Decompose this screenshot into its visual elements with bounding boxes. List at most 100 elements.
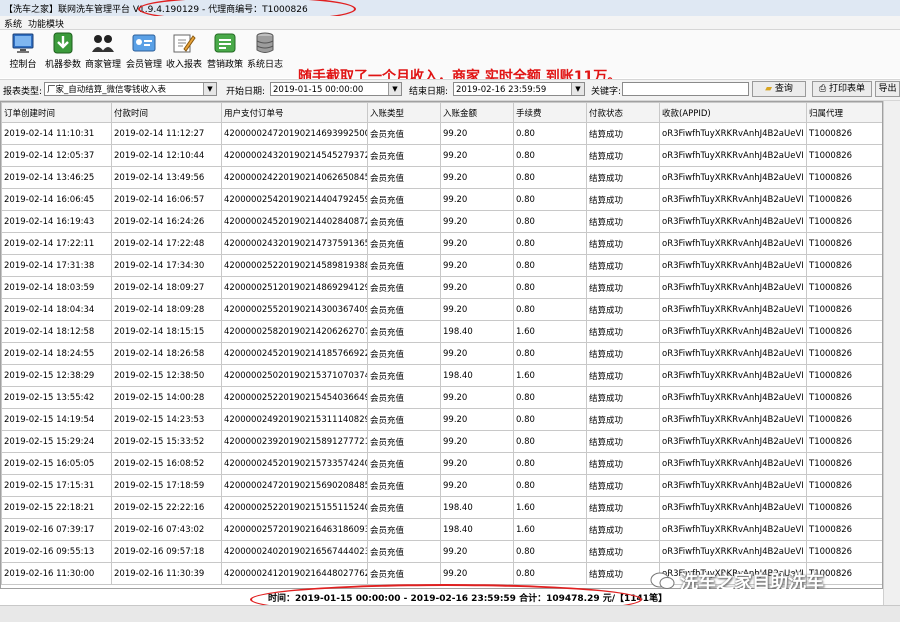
- column-header[interactable]: 入账类型: [367, 102, 441, 123]
- column-header[interactable]: 付款时间: [111, 102, 222, 123]
- table-row[interactable]: 2019-02-14 18:12:58 2019-02-14 18:15:15 42…: [1, 320, 882, 343]
- table-row[interactable]: 2019-02-14 18:04:34 2019-02-14 18:09:28 42…: [1, 298, 882, 321]
- report-type-select[interactable]: 厂家_自动结算_微信零钱收入表 ▼: [44, 82, 217, 96]
- income-table-container[interactable]: 订单创建时间 付款时间 用户支付订单号 入账类型 入账金额 手续费 付款状态 收款(APPID…: [0, 101, 883, 589]
- column-header[interactable]: 入账金额: [440, 102, 514, 123]
- table-row[interactable]: 2019-02-15 14:19:54 2019-02-15 14:23:53 42…: [1, 408, 882, 431]
- table-row[interactable]: 2019-02-14 11:10:31 2019-02-14 11:12:27 42…: [1, 122, 882, 145]
- toolbar-label: 系统日志: [246, 60, 283, 70]
- toolbar-merchants-button[interactable]: 商家管理: [85, 32, 121, 70]
- users-icon: [92, 35, 114, 52]
- table-cell: 2019-02-15 22:22:16: [111, 496, 222, 519]
- table-cell: 2019-02-14 16:24:26: [111, 210, 222, 233]
- table-cell: T1000826: [806, 518, 882, 541]
- column-header[interactable]: 归属代理: [806, 102, 882, 123]
- table-cell: 2019-02-14 16:19:43: [1, 210, 112, 233]
- table-cell: 会员充值: [367, 386, 441, 409]
- table-cell: 结算成功: [586, 210, 660, 233]
- table-cell: 0.80: [513, 188, 587, 211]
- toolbar-system-log-button[interactable]: 系统日志: [247, 32, 283, 70]
- table-cell: 结算成功: [586, 474, 660, 497]
- table-row[interactable]: 2019-02-15 13:55:42 2019-02-15 14:00:28 42…: [1, 386, 882, 409]
- table-cell: 0.80: [513, 452, 587, 475]
- print-button[interactable]: ⎙ 打印表单: [812, 81, 872, 97]
- query-button[interactable]: ▰ 查询: [752, 81, 806, 97]
- table-row[interactable]: 2019-02-14 16:06:45 2019-02-14 16:06:57 42…: [1, 188, 882, 211]
- table-row[interactable]: 2019-02-14 18:24:55 2019-02-14 18:26:58 42…: [1, 342, 882, 365]
- member-card-icon: [132, 34, 156, 52]
- table-cell: 4200000245201902157335742404: [221, 452, 368, 475]
- end-date-field[interactable]: 2019-02-16 23:59:59 ▼: [453, 82, 585, 96]
- table-cell: 会员充值: [367, 122, 441, 145]
- table-cell: 99.20: [440, 298, 514, 321]
- table-cell: 0.80: [513, 540, 587, 563]
- table-cell: 结算成功: [586, 144, 660, 167]
- table-cell: T1000826: [806, 540, 882, 563]
- column-header[interactable]: 手续费: [513, 102, 587, 123]
- table-row[interactable]: 2019-02-14 17:31:38 2019-02-14 17:34:30 42…: [1, 254, 882, 277]
- table-cell: oR3FiwfhTuyXRKRvAnhJ4B2aUeVI: [659, 364, 807, 387]
- folder-icon: ▰: [765, 84, 773, 94]
- column-header[interactable]: 付款状态: [586, 102, 660, 123]
- table-cell: 0.80: [513, 144, 587, 167]
- table-row[interactable]: 2019-02-15 17:15:31 2019-02-15 17:18:59 42…: [1, 474, 882, 497]
- table-cell: oR3FiwfhTuyXRKRvAnhJ4B2aUeVI: [659, 254, 807, 277]
- table-cell: 结算成功: [586, 342, 660, 365]
- table-cell: 2019-02-14 18:03:59: [1, 276, 112, 299]
- vertical-scrollbar[interactable]: [883, 101, 900, 605]
- table-cell: 0.80: [513, 474, 587, 497]
- table-row[interactable]: 2019-02-14 17:22:11 2019-02-14 17:22:48 42…: [1, 232, 882, 255]
- calendar-dropdown-icon[interactable]: ▼: [571, 83, 584, 95]
- table-cell: 4200000245201902141857669228: [221, 342, 368, 365]
- table-cell: oR3FiwfhTuyXRKRvAnhJ4B2aUeVI: [659, 452, 807, 475]
- table-cell: 99.20: [440, 540, 514, 563]
- printer-icon: ⎙: [818, 84, 827, 94]
- toolbar-income-report-button[interactable]: 收入报表: [166, 32, 202, 70]
- table-row[interactable]: 2019-02-14 16:19:43 2019-02-14 16:24:26 42…: [1, 210, 882, 233]
- column-header[interactable]: 收款(APPID): [659, 102, 807, 123]
- table-row[interactable]: 2019-02-16 07:39:17 2019-02-16 07:43:02 42…: [1, 518, 882, 541]
- table-row[interactable]: 2019-02-16 09:55:13 2019-02-16 09:57:18 42…: [1, 540, 882, 563]
- table-cell: 0.80: [513, 430, 587, 453]
- table-cell: 2019-02-15 14:23:53: [111, 408, 222, 431]
- table-cell: 会员充值: [367, 496, 441, 519]
- table-cell: 结算成功: [586, 232, 660, 255]
- table-row[interactable]: 2019-02-15 22:18:21 2019-02-15 22:22:16 42…: [1, 496, 882, 519]
- column-header[interactable]: 订单创建时间: [1, 102, 112, 123]
- table-cell: 1.60: [513, 518, 587, 541]
- table-cell: 1.60: [513, 496, 587, 519]
- table-cell: 2019-02-15 12:38:29: [1, 364, 112, 387]
- start-date-field[interactable]: 2019-01-15 00:00:00 ▼: [270, 82, 402, 96]
- table-cell: 99.20: [440, 254, 514, 277]
- chevron-down-icon[interactable]: ▼: [203, 83, 216, 95]
- menu-system[interactable]: 系统: [4, 17, 22, 30]
- table-cell: 0.80: [513, 342, 587, 365]
- table-cell: 2019-02-16 07:39:17: [1, 518, 112, 541]
- table-cell: 2019-02-14 12:10:44: [111, 144, 222, 167]
- table-row[interactable]: 2019-02-14 13:46:25 2019-02-14 13:49:56 42…: [1, 166, 882, 189]
- toolbar-console-button[interactable]: 控制台: [5, 32, 41, 70]
- table-cell: 99.20: [440, 232, 514, 255]
- table-cell: 4200000243201902147375913655: [221, 232, 368, 255]
- toolbar-marketing-button[interactable]: 营销政策: [207, 32, 243, 70]
- keyword-input[interactable]: [622, 82, 749, 96]
- table-cell: T1000826: [806, 320, 882, 343]
- toolbar-machine-params-button[interactable]: 机器参数: [45, 32, 81, 70]
- column-header[interactable]: 用户支付订单号: [221, 102, 368, 123]
- toolbar-members-button[interactable]: 会员管理: [126, 32, 162, 70]
- table-cell: 1.60: [513, 364, 587, 387]
- table-row[interactable]: 2019-02-15 16:05:05 2019-02-15 16:08:52 42…: [1, 452, 882, 475]
- table-cell: 4200000247201902146939925008: [221, 122, 368, 145]
- monitor-icon: [12, 33, 34, 53]
- export-button[interactable]: 导出: [875, 81, 900, 97]
- table-cell: 2019-02-14 18:09:27: [111, 276, 222, 299]
- table-row[interactable]: 2019-02-14 12:05:37 2019-02-14 12:10:44 42…: [1, 144, 882, 167]
- start-date-label: 开始日期:: [226, 87, 266, 97]
- table-cell: 会员充值: [367, 540, 441, 563]
- table-row[interactable]: 2019-02-14 18:03:59 2019-02-14 18:09:27 42…: [1, 276, 882, 299]
- table-row[interactable]: 2019-02-15 12:38:29 2019-02-15 12:38:50 42…: [1, 364, 882, 387]
- table-cell: 2019-02-14 17:34:30: [111, 254, 222, 277]
- table-row[interactable]: 2019-02-15 15:29:24 2019-02-15 15:33:52 42…: [1, 430, 882, 453]
- calendar-dropdown-icon[interactable]: ▼: [388, 83, 401, 95]
- menu-modules[interactable]: 功能模块: [28, 17, 64, 30]
